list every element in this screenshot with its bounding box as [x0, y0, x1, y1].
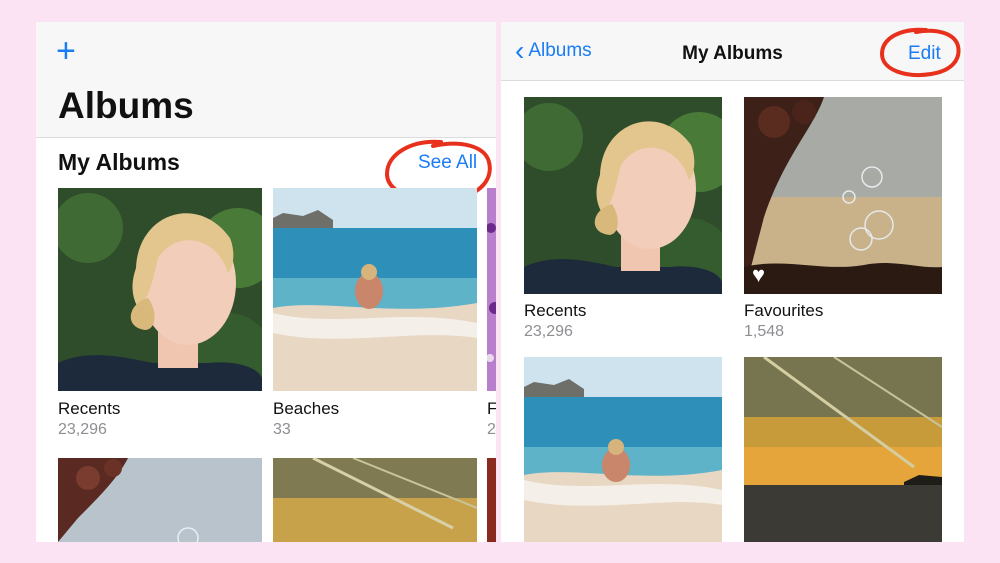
page-title: Albums: [58, 85, 194, 126]
album-count: 23,296: [58, 421, 107, 438]
album-thumbnail: [58, 188, 262, 391]
album-name: Recents: [524, 301, 587, 320]
nav-bar: ‹ Albums My Albums Edit: [501, 22, 964, 81]
album-thumbnail[interactable]: [58, 458, 262, 542]
album-count: 1,548: [744, 323, 785, 340]
album-name: Beaches: [273, 399, 340, 418]
album-thumbnail[interactable]: [524, 357, 722, 542]
album-count: 23,296: [524, 323, 573, 340]
album-beaches[interactable]: Beaches 33: [273, 188, 477, 448]
plus-icon[interactable]: +: [56, 34, 76, 68]
albums-header: + Albums: [36, 22, 496, 138]
heart-icon: ♥: [752, 262, 766, 287]
album-recents[interactable]: Recents 23,296: [524, 97, 722, 347]
album-count: 2: [487, 421, 496, 438]
see-all-button[interactable]: See All: [418, 152, 477, 174]
album-name: Fl: [487, 399, 496, 418]
album-thumbnail: [524, 97, 722, 294]
my-albums-screen: ‹ Albums My Albums Edit Recents 23,296 ♥…: [501, 22, 964, 542]
albums-screen: + Albums My Albums See All Recents 23,29…: [36, 22, 496, 542]
album-thumbnail[interactable]: [273, 458, 477, 542]
album-thumbnail: [487, 188, 496, 391]
nav-title: My Albums: [682, 43, 783, 64]
section-title: My Albums: [58, 149, 180, 175]
album-thumbnail: [273, 188, 477, 391]
album-thumbnail: ♥: [744, 97, 942, 294]
album-partial[interactable]: Fl 2: [487, 188, 496, 448]
album-recents[interactable]: Recents 23,296: [58, 188, 262, 448]
album-thumbnail[interactable]: [744, 357, 942, 542]
album-favourites[interactable]: ♥ Favourites 1,548: [744, 97, 942, 347]
album-name: Favourites: [744, 301, 824, 320]
album-name: Recents: [58, 399, 121, 418]
album-count: 33: [273, 421, 291, 438]
edit-button[interactable]: Edit: [908, 43, 941, 65]
album-thumbnail[interactable]: [487, 458, 496, 542]
